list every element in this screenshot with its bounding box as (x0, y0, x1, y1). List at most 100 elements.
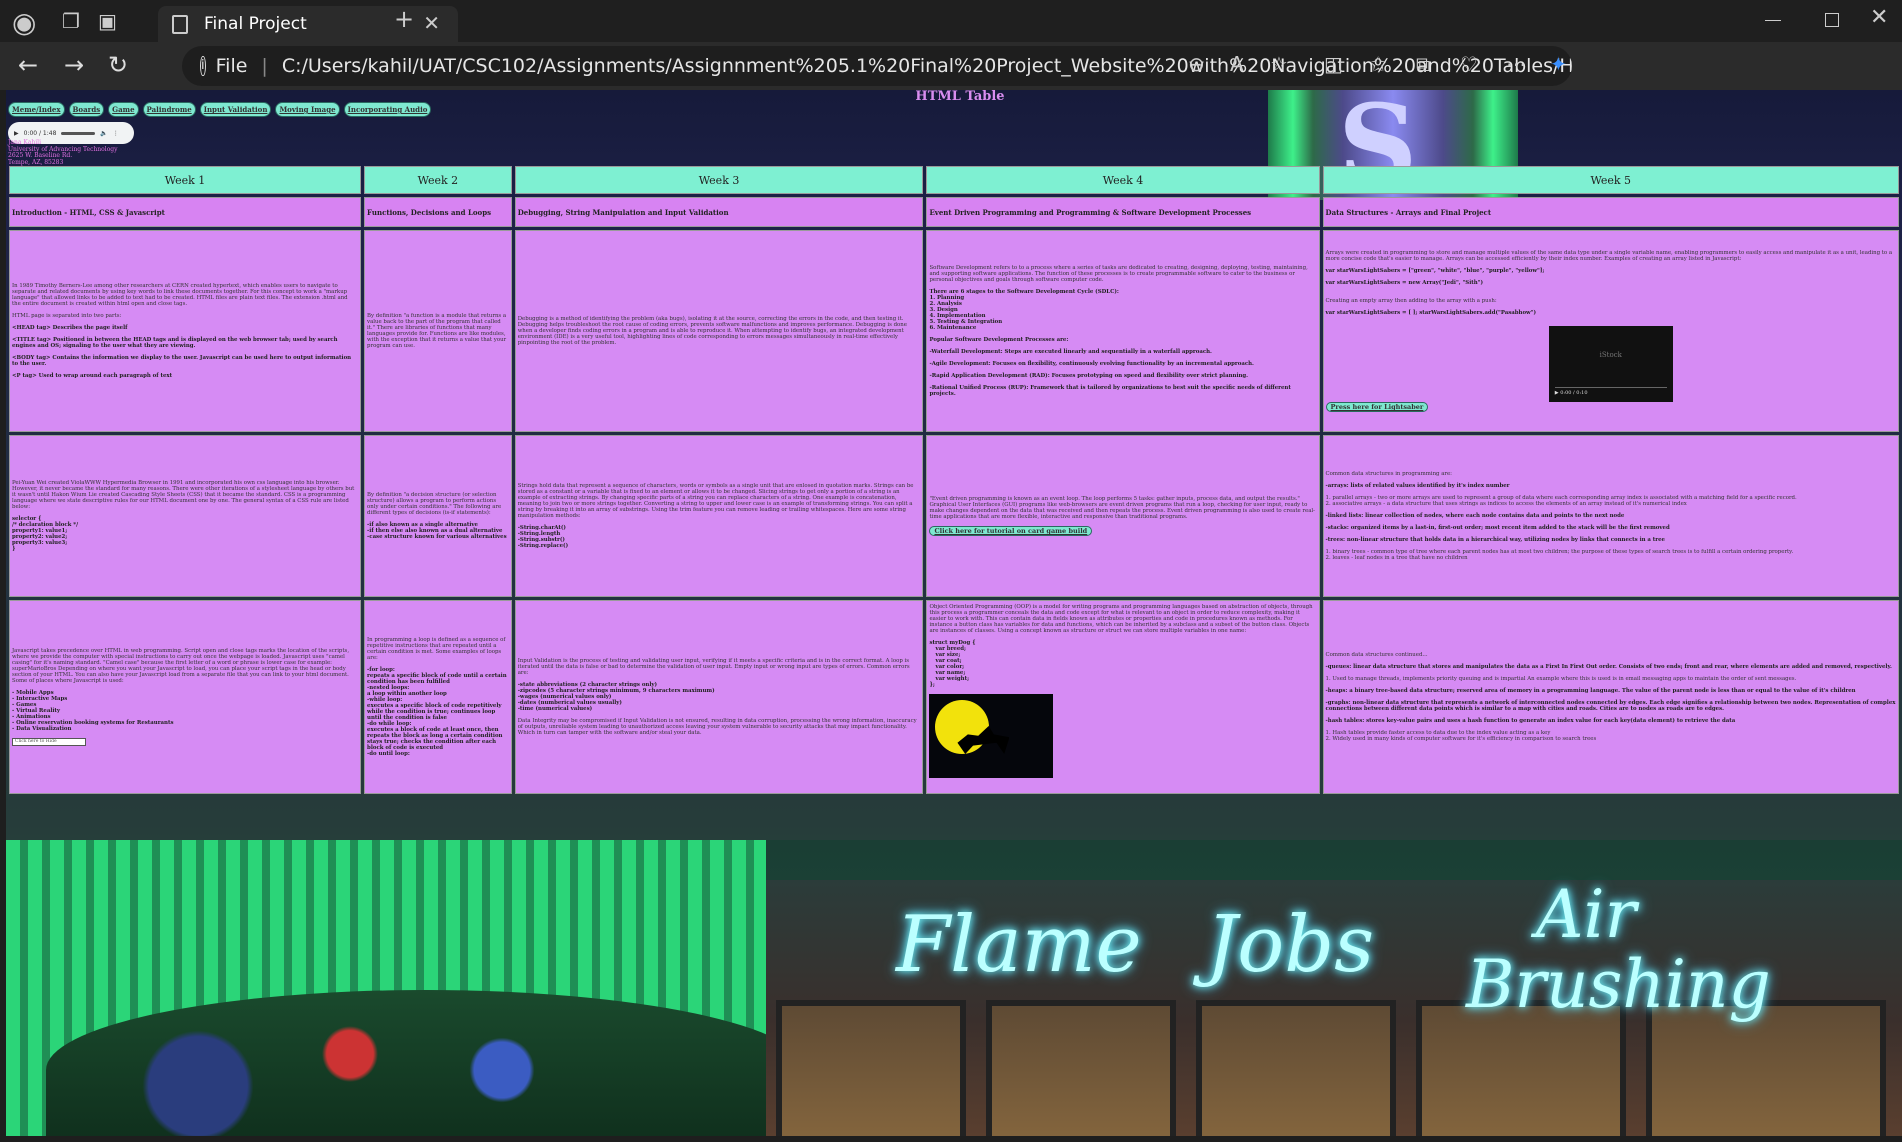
content-cell: Software Development refers to to a proc… (926, 230, 1320, 432)
paragraph: } (12, 546, 16, 552)
topic-row: Introduction - HTML, CSS & Javascript Fu… (9, 197, 1899, 227)
neon-sign-text: Air Brushing (1466, 876, 1771, 1023)
paragraph: -Rapid Application Development (RAD): Fo… (929, 373, 1249, 379)
zoom-out-icon[interactable]: ⊖ (1188, 52, 1205, 76)
split-screen-icon[interactable]: ◫ (1324, 52, 1343, 76)
url-field[interactable]: i File | C:/Users/kahil/UAT/CSC102/Assig… (182, 46, 1572, 86)
content-cell: Object Oriented Programming (OOP) is a m… (926, 600, 1320, 794)
content-cell: In 1989 Timothy Berners-Lee among other … (9, 230, 362, 432)
shop-window (986, 1000, 1176, 1136)
content-cell: Debugging is a method of identifying the… (514, 230, 924, 432)
window-close-icon[interactable]: ✕ (1870, 5, 1888, 30)
content-cell: Common data structures in programming ar… (1322, 435, 1899, 597)
content-cell: Javascript takes precedence over HTML in… (9, 600, 362, 794)
back-icon[interactable]: ← (18, 51, 38, 79)
info-icon[interactable]: i (200, 56, 206, 76)
paragraph: var starWarsLightSabers = new Array("Jed… (1325, 280, 1484, 286)
close-tab-icon[interactable]: ✕ (423, 11, 440, 35)
paragraph: - Data Visualization (12, 726, 72, 732)
tab-actions-icon[interactable]: ▣ (98, 9, 117, 33)
paragraph: <TITLE tag> Positioned in between the HE… (12, 337, 338, 349)
storefront: Flame Jobs Air Brushing (766, 880, 1902, 1136)
nav-moving-image[interactable]: Moving Image (275, 102, 340, 117)
nav-incorporating-audio[interactable]: Incorporating Audio (343, 102, 432, 117)
play-icon[interactable]: ▶ (14, 130, 19, 137)
nav-boards[interactable]: Boards (68, 102, 105, 117)
content-cell: Input Validation is the process of testi… (514, 600, 924, 794)
paragraph: 2. leaves - leaf nodes in a tree that ha… (1325, 555, 1468, 561)
more-menu-icon[interactable]: ⋯ (1506, 52, 1526, 76)
paragraph: -case structure known for various altern… (367, 534, 507, 540)
content-cell: Arrays were created in programming to st… (1322, 230, 1899, 432)
paragraph: Common data structures continued... (1325, 652, 1428, 658)
new-tab-icon[interactable]: + (394, 5, 414, 33)
maximize-icon[interactable] (1825, 13, 1839, 27)
paragraph: -linked lists: linear collection of node… (1325, 513, 1625, 519)
nav-input-validation[interactable]: Input Validation (199, 102, 272, 117)
paragraph: Creating an empty array then adding to t… (1325, 298, 1497, 304)
video-time: 0:00 / 0:10 (1560, 390, 1588, 396)
paragraph: <HEAD tag> Describes the page itself (12, 325, 128, 331)
hide-input[interactable]: Click here to Hide (12, 738, 86, 746)
nav-meme-index[interactable]: Meme/Index (8, 102, 65, 117)
paragraph: Software Development refers to to a proc… (929, 265, 1308, 283)
forward-icon[interactable]: → (64, 51, 84, 79)
audio-time: 0:00 / 1:48 (23, 129, 57, 137)
paragraph: Strings hold data that represent a seque… (517, 483, 914, 519)
nav-palindrome[interactable]: Palindrome (142, 102, 196, 117)
browser-essentials-icon[interactable]: ♡ (1460, 52, 1478, 76)
paragraph: 2. associative arrays - a data structure… (1325, 501, 1687, 507)
workspaces-icon[interactable]: ❐ (62, 9, 80, 33)
paragraph: -do until loop: (367, 751, 410, 757)
paragraph: var starWarsLightSabers = ["green", "whi… (1325, 268, 1545, 274)
card-game-tutorial-button[interactable]: Click here for tutorial on card game bui… (929, 526, 1093, 536)
content-cell: "Event driven programming is known as an… (926, 435, 1320, 597)
week-header: Week 3 (514, 166, 924, 194)
week-header: Week 2 (364, 166, 512, 194)
copilot-icon[interactable]: ✦ (1550, 52, 1567, 76)
audio-progress[interactable] (61, 131, 96, 135)
refresh-icon[interactable]: ↻ (108, 51, 128, 79)
paragraph: <BODY tag> Contains the information we d… (12, 355, 352, 367)
favorites-icon[interactable]: ✩ (1370, 52, 1387, 76)
paragraph: Common data structures in programming ar… (1325, 471, 1453, 477)
paragraph: executes a block of code at least once, … (367, 727, 503, 751)
shop-window (1196, 1000, 1396, 1136)
audio-menu-icon[interactable]: ⋮ (113, 130, 119, 137)
neon-sign-text: Flame (896, 900, 1142, 990)
lightsaber-video[interactable]: iStock ▶ 0:00 / 0:10 (1548, 326, 1673, 402)
favorite-star-icon[interactable]: ☆ (1270, 52, 1288, 76)
neon-storefront-image: Flame Jobs Air Brushing (6, 840, 1902, 1136)
week-header: Week 1 (9, 166, 362, 194)
volume-icon[interactable]: 🔈 (100, 130, 107, 137)
paragraph: 6. Maintenance (929, 325, 977, 331)
content-cell: Common data structures continued... -que… (1322, 600, 1899, 794)
paragraph: repeats a specific block of code until a… (367, 673, 507, 685)
read-aloud-icon[interactable]: A (1230, 52, 1244, 76)
paragraph: Input Validation is the process of testi… (517, 658, 910, 676)
nav-game[interactable]: Game (108, 102, 139, 117)
week-header: Week 5 (1322, 166, 1899, 194)
paragraph: executes a specific block of code repeti… (367, 703, 502, 721)
paragraph: "Event driven programming is known as an… (929, 496, 1315, 520)
paragraph: -heaps: a binary tree-based data structu… (1325, 688, 1856, 694)
minimize-icon[interactable] (1765, 20, 1781, 21)
paragraph: -Agile Development: Focuses on flexibili… (929, 361, 1254, 367)
paragraph: Javascript takes precedence over HTML in… (12, 648, 350, 684)
content-row: In 1989 Timothy Berners-Lee among other … (9, 230, 1899, 432)
paragraph: -arrays: lists of related values identif… (1325, 483, 1510, 489)
paragraph: -trees: non-linear structure that holds … (1325, 537, 1665, 543)
wolf-moon-image (929, 694, 1054, 778)
topic-cell: Functions, Decisions and Loops (364, 197, 512, 227)
content-cell: Strings hold data that represent a seque… (514, 435, 924, 597)
video-controls[interactable]: ▶ 0:00 / 0:10 (1554, 387, 1667, 396)
week-header: Week 4 (926, 166, 1320, 194)
lightsaber-button[interactable]: Press here for Lightsaber (1325, 402, 1429, 412)
collections-icon[interactable]: ⧉ (1416, 52, 1430, 76)
paragraph: Arrays were created in programming to st… (1325, 250, 1893, 262)
paragraph: Popular Software Development Processes a… (929, 337, 1069, 343)
profile-icon[interactable]: ◉ (12, 6, 36, 39)
shop-window (776, 1000, 966, 1136)
course-table: Week 1 Week 2 Week 3 Week 4 Week 5 Intro… (6, 163, 1902, 797)
paragraph: Pei-Yuan Wei created ViolaWWW Hypermedia… (12, 480, 355, 510)
